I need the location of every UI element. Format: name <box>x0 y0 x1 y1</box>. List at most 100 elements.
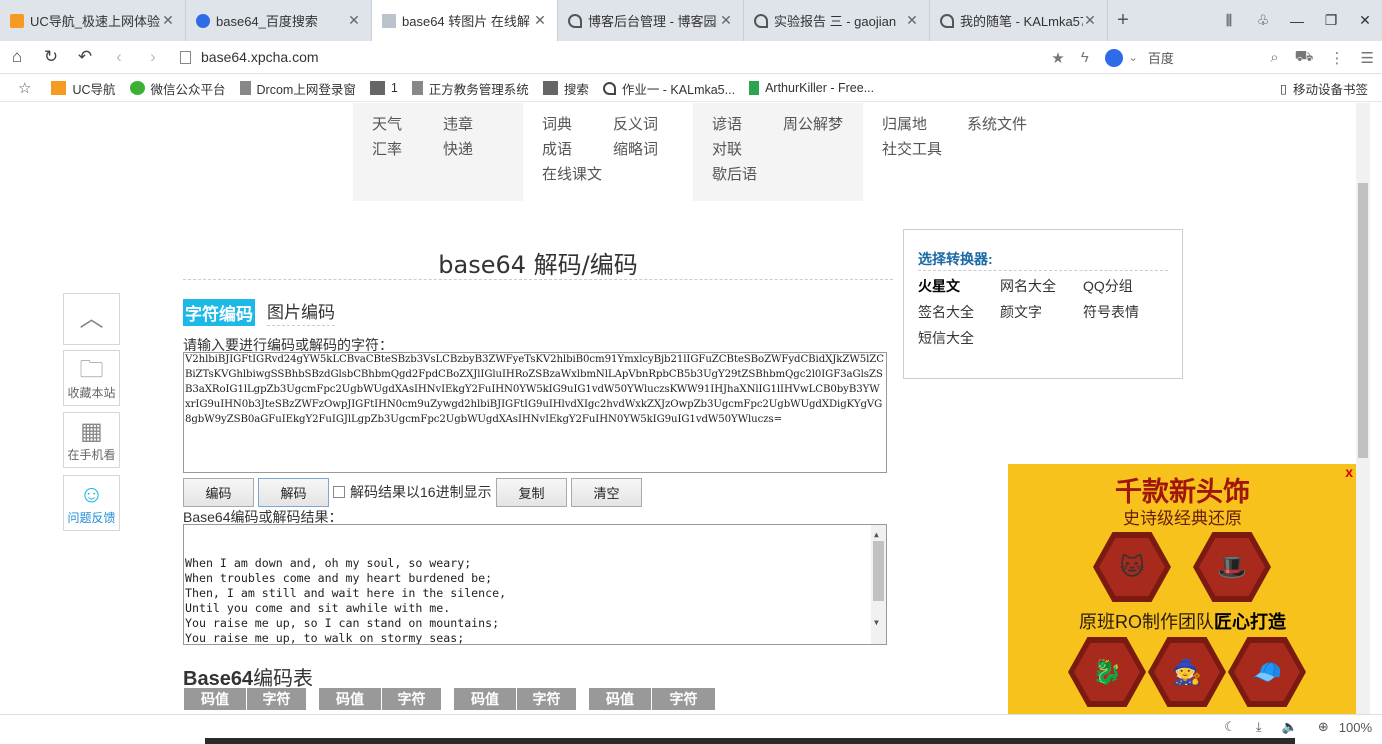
url-field[interactable]: base64.xpcha.com <box>180 44 1040 70</box>
nav-link[interactable]: 成语 <box>542 137 602 162</box>
scroll-top-button[interactable]: ︿ <box>63 293 120 345</box>
bookmark-item[interactable]: Drcom上网登录窗 <box>239 79 356 98</box>
clear-button[interactable]: 清空 <box>571 478 642 507</box>
search-box[interactable]: ⌄ 百度 ⌕ <box>1097 48 1287 67</box>
mobile-view-button[interactable]: ▦ 在手机看 <box>63 412 120 468</box>
nav-link[interactable]: 反义词 <box>613 112 658 137</box>
menu-icon[interactable]: ☰ <box>1361 49 1374 67</box>
bookmark-item[interactable]: UC导航 <box>51 79 116 98</box>
nav-link[interactable]: 违章 <box>443 112 473 137</box>
tab-image-encode[interactable]: 图片编码 <box>267 298 335 326</box>
bookmark-folder[interactable]: 1 <box>369 81 398 95</box>
zoom-icon[interactable]: ⊕ <box>1318 719 1329 735</box>
nav-link[interactable]: 在线课文 <box>542 162 602 187</box>
checkbox-box[interactable] <box>333 486 345 498</box>
maximize-icon[interactable]: ❐ <box>1314 12 1348 29</box>
browser-tab[interactable]: 实验报告 三 - gaojian ✕ <box>744 0 930 41</box>
advertisement[interactable]: x 千款新头饰 史诗级经典还原 🐱 🎩 原班RO制作团队匠心打造 🐉 🧙 🧢 <box>1008 464 1356 714</box>
table-header: 码值 字符 <box>319 688 442 710</box>
zoom-level[interactable]: 100% <box>1339 720 1372 735</box>
result-textarea[interactable]: When I am down and, oh my soul, so weary… <box>183 524 887 645</box>
close-icon[interactable]: ✕ <box>719 12 733 29</box>
scroll-up-icon[interactable]: ▲ <box>874 527 879 542</box>
night-mode-icon[interactable]: ☾ <box>1224 719 1236 735</box>
input-textarea[interactable]: V2hlbiBJIGFtIGRvd24gYW5kLCBvaCBteSBzb3Vs… <box>183 352 887 473</box>
bookmark-label: ArthurKiller - Free... <box>765 81 875 95</box>
close-icon[interactable]: ✕ <box>347 12 361 29</box>
converter-link[interactable]: 符号表情 <box>1083 302 1139 322</box>
tab-text-encode[interactable]: 字符编码 <box>183 298 255 326</box>
converter-link[interactable]: 签名大全 <box>918 302 974 322</box>
nav-link[interactable]: 系统文件 <box>967 112 1027 137</box>
favorite-button[interactable]: 🗀 收藏本站 <box>63 350 120 406</box>
textarea-scrollbar[interactable]: ▲ ▼ <box>871 525 886 644</box>
close-icon[interactable]: ✕ <box>1083 12 1097 29</box>
reload-icon[interactable]: ↻ <box>34 47 68 67</box>
nav-link[interactable]: 缩略词 <box>613 137 658 162</box>
mobile-bookmarks[interactable]: ▯ 移动设备书签 <box>1280 75 1368 102</box>
more-icon[interactable]: ⋮ <box>1330 49 1345 67</box>
encode-button[interactable]: 编码 <box>183 478 254 507</box>
nav-link[interactable]: 词典 <box>542 112 602 137</box>
skin-icon[interactable]: ♧ <box>1246 12 1280 29</box>
browser-tab[interactable]: UC导航_极速上网体验 ✕ <box>0 0 186 41</box>
nav-link[interactable]: 谚语 <box>712 112 757 137</box>
copy-button[interactable]: 复制 <box>496 478 567 507</box>
converter-link[interactable]: QQ分组 <box>1083 276 1133 296</box>
scroll-thumb[interactable] <box>873 541 884 601</box>
close-icon[interactable]: ✕ <box>905 12 919 29</box>
star-outline-icon[interactable]: ☆ <box>18 79 31 97</box>
nav-link[interactable]: 快递 <box>443 137 473 162</box>
volume-icon[interactable]: 🔈 <box>1282 719 1298 735</box>
close-icon[interactable]: ✕ <box>161 12 175 29</box>
star-icon[interactable]: ★ <box>1051 49 1064 67</box>
bookmark-item[interactable]: 正方教务管理系统 <box>411 79 529 98</box>
nav-link[interactable]: 汇率 <box>372 137 402 162</box>
chevron-down-icon[interactable]: ⌄ <box>1129 51 1138 64</box>
minimize-icon[interactable]: — <box>1280 13 1314 29</box>
home-icon[interactable]: ⌂ <box>0 47 34 67</box>
table-header-cell: 码值 <box>184 688 247 710</box>
nav-link[interactable]: 归属地 <box>882 112 942 137</box>
converter-link[interactable]: 颜文字 <box>1000 302 1042 322</box>
hat-icon: 🎩 <box>1193 532 1271 602</box>
forward-icon[interactable]: › <box>136 47 170 67</box>
tab-list-icon[interactable]: ⫼ <box>1212 12 1246 29</box>
bookmark-item[interactable]: 作业一 - KALmka5... <box>602 79 735 98</box>
converter-link[interactable]: 短信大全 <box>918 328 974 348</box>
nav-link[interactable]: 社交工具 <box>882 137 942 162</box>
close-window-icon[interactable]: ✕ <box>1348 12 1382 29</box>
lightning-icon[interactable]: ϟ <box>1081 49 1089 66</box>
hex-checkbox[interactable]: 解码结果以16进制显示 <box>333 482 492 502</box>
close-icon[interactable]: ✕ <box>533 12 547 29</box>
scroll-down-icon[interactable]: ▼ <box>874 615 879 630</box>
browser-tab[interactable]: 博客后台管理 - 博客园 ✕ <box>558 0 744 41</box>
scroll-thumb[interactable] <box>1358 183 1368 458</box>
nav-link[interactable]: 歇后语 <box>712 162 757 187</box>
nav-link[interactable]: 天气 <box>372 112 402 137</box>
green-icon <box>749 81 760 95</box>
phone-icon: ▯ <box>1280 82 1287 96</box>
converter-link[interactable]: 网名大全 <box>1000 276 1056 296</box>
bookmark-item[interactable]: ArthurKiller - Free... <box>749 81 874 95</box>
converter-link[interactable]: 火星文 <box>918 276 960 296</box>
bookmark-folder[interactable]: 搜索 <box>542 79 589 98</box>
feedback-button[interactable]: ☺ 问题反馈 <box>63 475 120 531</box>
page-scrollbar[interactable] <box>1356 103 1370 714</box>
wechat-icon <box>129 81 145 95</box>
nav-link[interactable]: 周公解梦 <box>783 112 843 137</box>
decode-button[interactable]: 解码 <box>258 478 329 507</box>
browser-tab[interactable]: base64_百度搜索 ✕ <box>186 0 372 41</box>
undo-icon[interactable]: ↶ <box>68 47 102 67</box>
nav-column: 天气 汇率 <box>372 112 402 162</box>
browser-tab[interactable]: 我的随笔 - KALmka57 ✕ <box>930 0 1108 41</box>
bookmark-item[interactable]: 微信公众平台 <box>129 79 226 98</box>
browser-tab-active[interactable]: base64 转图片 在线解 ✕ <box>372 0 558 41</box>
new-tab-button[interactable]: + <box>1108 0 1138 41</box>
nav-link[interactable]: 对联 <box>712 137 757 162</box>
back-icon[interactable]: ‹ <box>102 47 136 67</box>
cart-icon[interactable]: ⛟ <box>1295 48 1314 67</box>
search-icon[interactable]: ⌕ <box>1270 49 1278 66</box>
bookmark-label: Drcom上网登录窗 <box>256 82 356 97</box>
download-icon[interactable]: ⤓ <box>1256 719 1262 735</box>
